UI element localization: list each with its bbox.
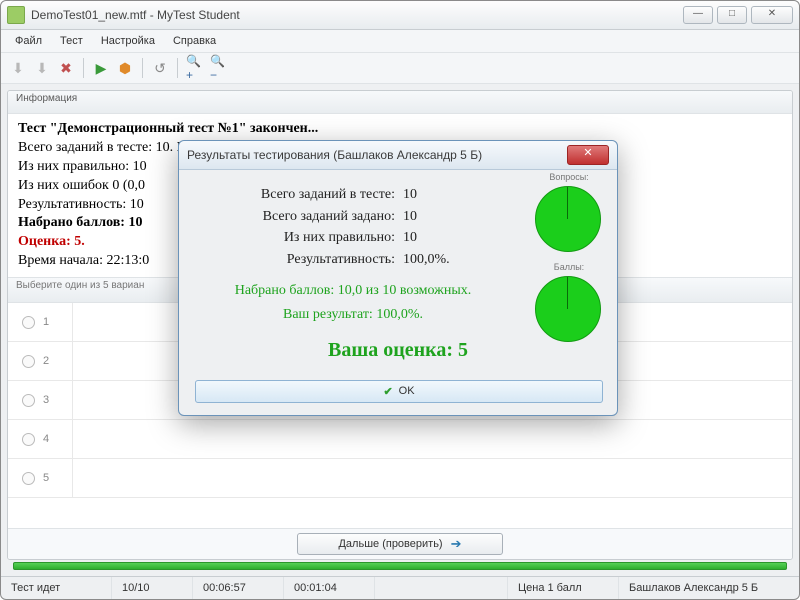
separator [177,58,178,78]
m-val: 10 [403,227,463,249]
pie2-label: Баллы: [537,262,601,272]
tool-play-icon[interactable]: ▶ [92,59,110,77]
tool-1-icon[interactable]: ⬇ [9,59,27,77]
tool-refresh-icon[interactable]: ↺ [151,59,169,77]
answer-num: 3 [43,394,49,406]
menu-help[interactable]: Справка [165,32,224,50]
dialog-close-button[interactable]: ✕ [567,145,609,165]
app-icon [7,6,25,24]
next-bar: Дальше (проверить) ➔ [8,528,792,559]
dialog-title: Результаты тестирования (Башлаков Алекса… [187,148,567,162]
radio-icon[interactable] [22,433,35,446]
answer-num: 2 [43,355,49,367]
questions-pie-icon [535,186,601,252]
m-lbl: Всего заданий в тесте: [195,184,403,206]
titlebar: DemoTest01_new.mtf - MyTest Student — □ … [1,1,799,30]
m-lbl: Из них правильно: [195,227,403,249]
progress-bar [13,562,787,570]
status-progress: 10/10 [112,577,193,599]
m-val: 100,0%. [403,249,463,271]
menu-test[interactable]: Тест [52,32,91,50]
tool-2-icon[interactable]: ⬇ [33,59,51,77]
separator [142,58,143,78]
tool-stop-icon[interactable]: ✖ [57,59,75,77]
status-user: Башлаков Александр 5 Б [619,577,799,599]
dialog-titlebar: Результаты тестирования (Башлаков Алекса… [179,141,617,170]
answer-row[interactable]: 5 [8,459,792,498]
status-elapsed: 00:06:57 [193,577,284,599]
status-state: Тест идет [1,577,112,599]
score-line-a: Набрано баллов: 10,0 из 10 возможных. [195,283,511,299]
m-val: 10 [403,206,463,228]
pie1-label: Вопросы: [537,172,601,182]
toolbar: ⬇ ⬇ ✖ ▶ ⬢ ↺ 🔍+ 🔍− [1,53,799,84]
separator [83,58,84,78]
ok-button[interactable]: ✔ OK [195,380,603,403]
status-spacer [375,577,508,599]
m-lbl: Всего заданий задано: [195,206,403,228]
radio-icon[interactable] [22,394,35,407]
statusbar: Тест идет 10/10 00:06:57 00:01:04 Цена 1… [1,576,799,599]
menubar: Файл Тест Настройка Справка [1,30,799,53]
zoom-out-icon[interactable]: 🔍− [210,59,228,77]
answer-num: 5 [43,472,49,484]
status-last: 00:01:04 [284,577,375,599]
arrow-right-icon: ➔ [451,536,462,552]
info-score: Набрано баллов: 10 [18,215,142,230]
results-dialog: Результаты тестирования (Башлаков Алекса… [178,140,618,416]
minimize-button[interactable]: — [683,6,713,24]
radio-icon[interactable] [22,316,35,329]
panel-header: Информация [8,91,792,114]
answer-num: 4 [43,433,49,445]
menu-settings[interactable]: Настройка [93,32,163,50]
m-lbl: Результативность: [195,249,403,271]
menu-file[interactable]: Файл [7,32,50,50]
check-icon: ✔ [383,385,392,398]
window-title: DemoTest01_new.mtf - MyTest Student [31,8,683,22]
radio-icon[interactable] [22,355,35,368]
answer-row[interactable]: 4 [8,420,792,459]
tool-hex-icon[interactable]: ⬢ [116,59,134,77]
zoom-in-icon[interactable]: 🔍+ [186,59,204,77]
info-title: Тест "Демонстрационный тест №1" закончен… [18,121,318,136]
ok-label: OK [399,385,415,397]
answer-num: 1 [43,316,49,328]
maximize-button[interactable]: □ [717,6,747,24]
m-val: 10 [403,184,463,206]
close-button[interactable]: ✕ [751,6,793,24]
status-price: Цена 1 балл [508,577,619,599]
score-line-b: Ваш результат: 100,0%. [195,307,511,323]
next-label: Дальше (проверить) [338,538,442,550]
points-pie-icon [535,276,601,342]
grade-line: Ваша оценка: 5 [195,339,601,362]
next-button[interactable]: Дальше (проверить) ➔ [297,533,502,555]
radio-icon[interactable] [22,472,35,485]
